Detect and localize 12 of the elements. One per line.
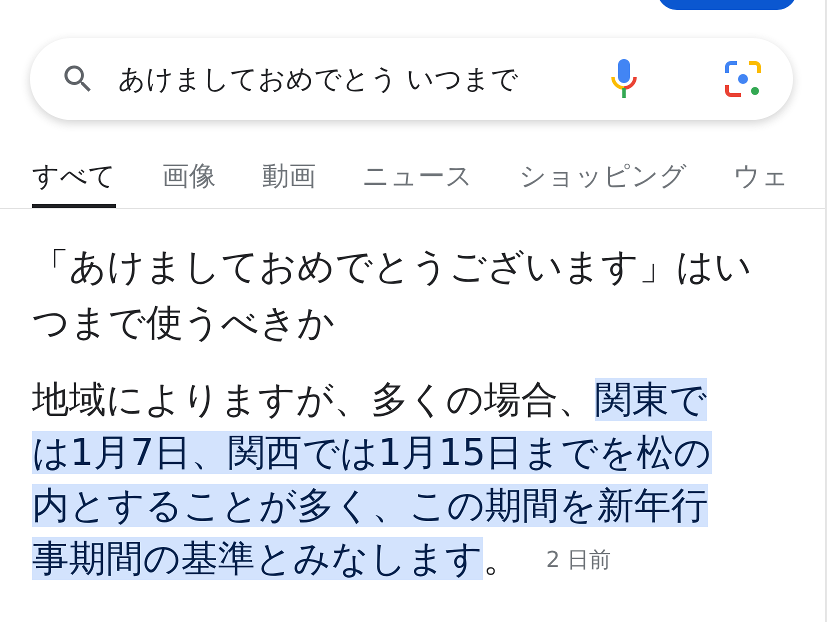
search-tab[interactable]: ニュース [362, 158, 473, 208]
search-tab[interactable]: 動画 [262, 158, 316, 208]
camera-icon[interactable] [723, 59, 763, 99]
answer-text: 地域によりますが、多くの場合、関東では1月7日、関西では1月15日までを松の内とすることが多く、この期間を新年行事期間の基準とみなします。 2 日前 [32, 377, 713, 582]
search-tab[interactable]: 画像 [162, 158, 216, 208]
answer-title: 「あけましておめでとうございます」はいつまで使うべきか [32, 244, 753, 346]
search-input[interactable]: あけましておめでとう いつまで [116, 62, 589, 96]
search-tab[interactable]: すべて [32, 158, 116, 208]
search-bar[interactable]: あけましておめでとう いつまで [30, 38, 793, 120]
microphone-icon[interactable] [609, 57, 639, 101]
search-tab[interactable]: ショッピング [519, 158, 687, 208]
search-tab[interactable]: ウェ [733, 158, 789, 208]
